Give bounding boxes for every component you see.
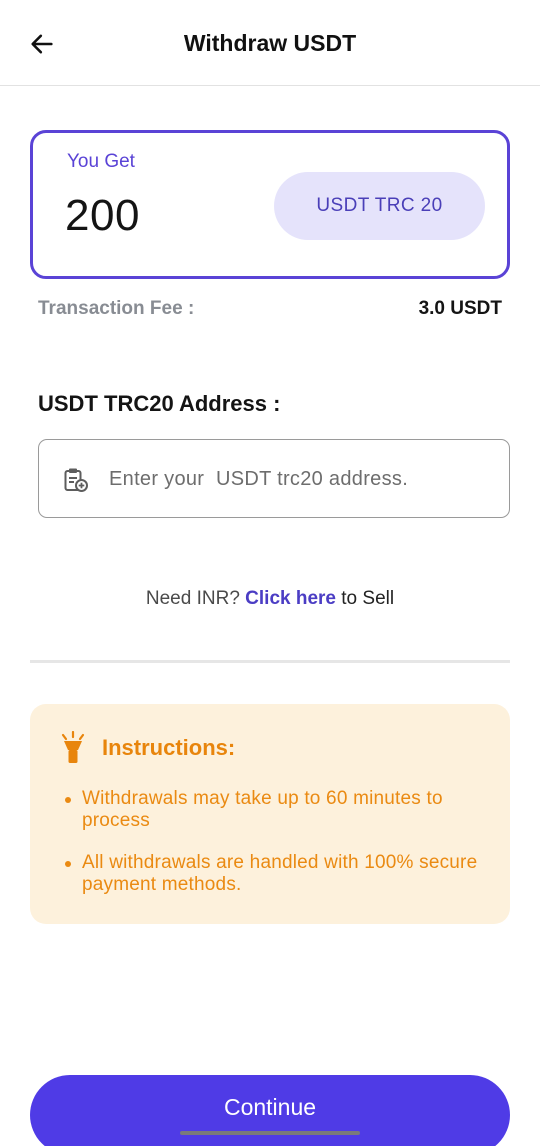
app-header: Withdraw USDT [0,0,540,86]
instruction-item: All withdrawals are handled with 100% se… [64,852,484,896]
address-input[interactable] [109,460,489,498]
you-get-amount: 200 [65,191,140,240]
address-field[interactable] [38,439,510,518]
need-inr-suffix: to Sell [341,588,395,609]
you-get-label: You Get [67,151,135,172]
transaction-fee-value: 3.0 USDT [418,298,502,319]
instructions-list: Withdrawals may take up to 60 minutes to… [64,788,484,916]
you-get-card: You Get 200 USDT TRC 20 [30,130,510,279]
address-label: USDT TRC20 Address : [38,391,281,416]
instructions-box: Instructions: Withdrawals may take up to… [30,704,510,924]
home-indicator [180,1131,360,1135]
continue-button[interactable]: Continue [30,1075,510,1146]
section-divider [30,660,510,663]
transaction-fee-label: Transaction Fee : [38,298,195,319]
need-inr-line: Need INR? Click here to Sell [0,588,540,610]
currency-selector-button[interactable]: USDT TRC 20 [274,172,485,240]
instructions-title: Instructions: [102,735,236,760]
click-here-link[interactable]: Click here [245,588,336,609]
withdraw-usdt-screen: Withdraw USDT You Get 200 USDT TRC 20 Tr… [0,0,540,1146]
need-inr-prefix: Need INR? [145,588,240,609]
instruction-item: Withdrawals may take up to 60 minutes to… [64,788,484,832]
flashlight-icon [61,731,85,763]
page-title: Withdraw USDT [183,30,357,56]
clipboard-paste-icon[interactable] [63,467,89,493]
